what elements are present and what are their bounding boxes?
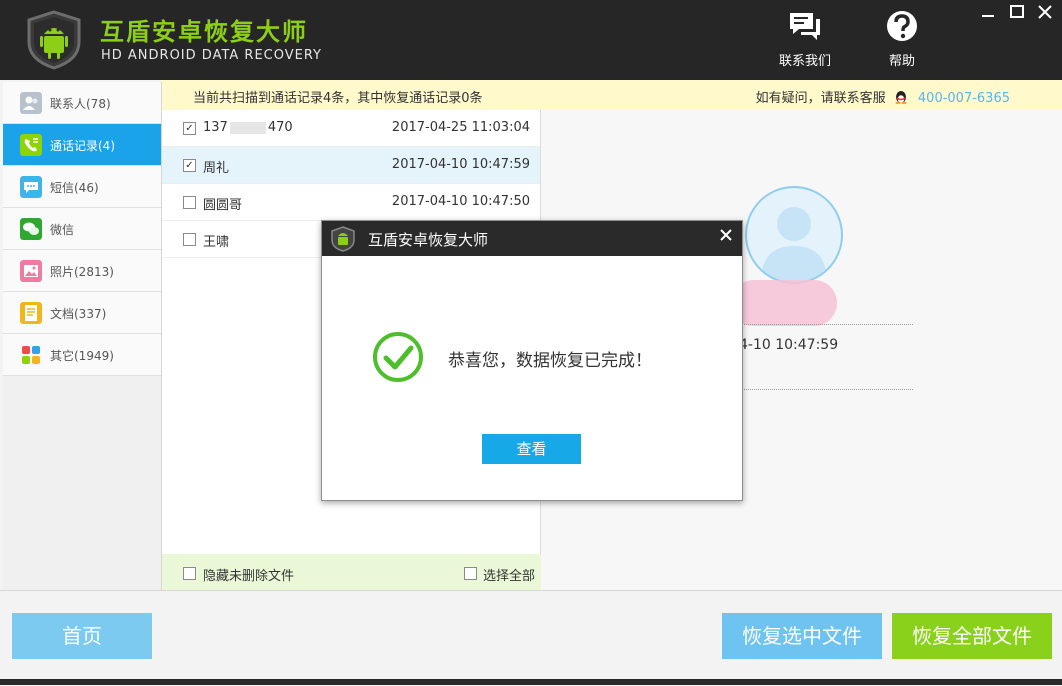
call-contact-prefix: 137 (203, 120, 228, 135)
table-row[interactable]: ✓ 137 470 2017-04-25 11:03:04 (162, 110, 540, 147)
scan-summary: 当前共扫描到通话记录4条，其中恢复通话记录0条 (193, 91, 483, 106)
hide-undeleted-checkbox[interactable] (183, 567, 196, 580)
help-button[interactable]: 帮助 (857, 10, 947, 69)
table-row[interactable]: ✓ 周礼 2017-04-10 10:47:59 (162, 147, 540, 184)
bottom-bar: 首页 恢复选中文件 恢复全部文件 (0, 590, 1062, 686)
call-time: 2017-04-10 10:47:50 (391, 194, 530, 209)
document-icon (20, 302, 42, 324)
view-button[interactable]: 查看 (482, 434, 581, 464)
dialog-title: 互盾安卓恢复大师 (368, 231, 489, 249)
row-checkbox[interactable] (183, 196, 196, 209)
app-title: 互盾安卓恢复大师 (100, 18, 308, 46)
dialog-message: 恭喜您，数据恢复已完成！ (448, 351, 652, 371)
support-text: 如有疑问，请联系客服 (755, 91, 886, 106)
phone-icon (20, 134, 42, 156)
sidebar-item-label: 联系人(78) (50, 97, 111, 111)
support-contact: 如有疑问，请联系客服 400-007-6365 (756, 87, 1010, 106)
call-contact: 圆圆哥 (203, 198, 243, 213)
minimize-icon[interactable] (979, 4, 997, 20)
row-checkbox[interactable]: ✓ (183, 159, 196, 172)
message-icon (20, 176, 42, 198)
call-contact: 王啸 (203, 235, 230, 250)
contact-us-label: 联系我们 (778, 54, 831, 69)
photo-icon (20, 260, 42, 282)
close-icon[interactable] (718, 227, 734, 243)
app-subtitle: HD ANDROID DATA RECOVERY (101, 48, 322, 63)
sidebar-item-wechat[interactable]: 微信 (3, 208, 161, 250)
select-all-checkbox[interactable] (464, 567, 477, 580)
detail-call-time: 4-10 10:47:59 (739, 337, 839, 353)
home-button[interactable]: 首页 (12, 613, 152, 659)
other-apps-icon (22, 346, 40, 364)
row-checkbox[interactable]: ✓ (183, 122, 196, 135)
call-contact: 周礼 (203, 161, 230, 176)
contact-us-button[interactable]: 联系我们 (760, 10, 850, 69)
sidebar-item-contacts[interactable]: 联系人(78) (3, 82, 161, 124)
chat-icon (790, 13, 820, 40)
recovery-complete-dialog: 互盾安卓恢复大师 恭喜您，数据恢复已完成！ 查看 (321, 220, 743, 501)
sidebar-item-label: 照片(2813) (50, 265, 114, 279)
sidebar-item-call-log[interactable]: 通话记录(4) (3, 124, 161, 166)
contacts-icon (20, 92, 42, 114)
divider (721, 389, 913, 390)
hide-undeleted-label[interactable]: 隐藏未删除文件 (203, 565, 294, 584)
call-time: 2017-04-25 11:03:04 (391, 120, 530, 135)
title-bar: 互盾安卓恢复大师 HD ANDROID DATA RECOVERY 联系我们 帮… (0, 0, 1062, 80)
sidebar-item-other[interactable]: 其它(1949) (3, 334, 161, 376)
help-label: 帮助 (888, 54, 915, 69)
dialog-header: 互盾安卓恢复大师 (322, 221, 742, 256)
sidebar-item-sms[interactable]: 短信(46) (3, 166, 161, 208)
sidebar: 联系人(78) 通话记录(4) 短信(46) 微信 照片(2813) 文档(33… (3, 82, 162, 590)
user-silhouette-icon (761, 207, 827, 282)
close-icon[interactable] (1036, 4, 1054, 20)
qq-penguin-icon[interactable] (894, 89, 908, 105)
redacted-digits (229, 121, 266, 134)
select-all-label[interactable]: 选择全部 (483, 565, 535, 584)
help-icon (887, 11, 917, 41)
sidebar-item-photos[interactable]: 照片(2813) (3, 250, 161, 292)
sidebar-item-label: 通话记录(4) (50, 139, 115, 153)
redacted-name (731, 280, 837, 326)
table-row[interactable]: 圆圆哥 2017-04-10 10:47:50 (162, 184, 540, 221)
maximize-icon[interactable] (1008, 4, 1026, 20)
row-checkbox[interactable] (183, 233, 196, 246)
taskbar-edge (0, 679, 1062, 685)
contact-avatar (745, 186, 843, 284)
call-contact: 137 470 (203, 120, 293, 135)
divider (721, 324, 913, 325)
android-shield-logo-icon (331, 226, 355, 252)
sidebar-item-label: 其它(1949) (50, 349, 114, 363)
android-shield-logo-icon (27, 10, 81, 70)
call-time: 2017-04-10 10:47:59 (391, 157, 530, 172)
sidebar-item-label: 微信 (50, 223, 75, 237)
support-phone[interactable]: 400-007-6365 (918, 91, 1010, 106)
call-contact-suffix: 470 (267, 120, 293, 135)
info-bar: 当前共扫描到通话记录4条，其中恢复通话记录0条 如有疑问，请联系客服 400-0… (161, 80, 1062, 110)
list-footer: 隐藏未删除文件 选择全部 (162, 554, 541, 590)
sidebar-item-label: 短信(46) (50, 181, 99, 195)
sidebar-item-documents[interactable]: 文档(337) (3, 292, 161, 334)
recover-selected-button[interactable]: 恢复选中文件 (722, 613, 882, 659)
success-check-icon (373, 332, 423, 382)
sidebar-item-label: 文档(337) (50, 307, 107, 321)
wechat-icon (20, 218, 42, 240)
recover-all-button[interactable]: 恢复全部文件 (892, 613, 1052, 659)
